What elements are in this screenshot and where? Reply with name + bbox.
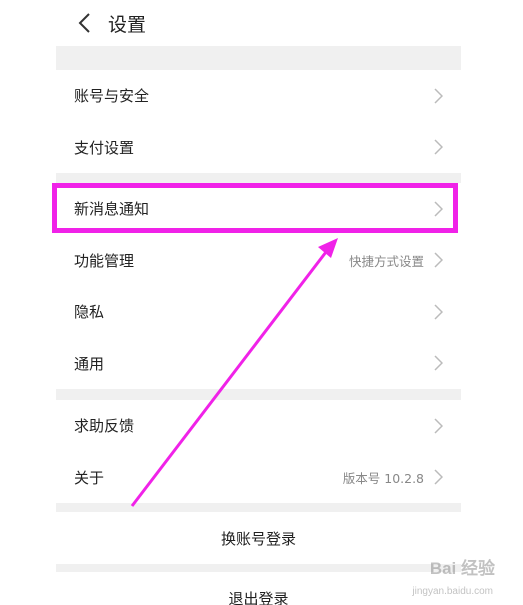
switch-account-button[interactable]: 换账号登录	[56, 512, 461, 564]
settings-item-features[interactable]: 功能管理 快捷方式设置	[56, 235, 461, 287]
settings-group-help: 求助反馈 关于 版本号 10.2.8	[56, 400, 461, 503]
chevron-right-icon	[434, 304, 443, 320]
settings-item-privacy[interactable]: 隐私	[56, 286, 461, 338]
chevron-right-icon	[434, 355, 443, 371]
watermark-url: jingyan.baidu.com	[412, 586, 493, 597]
settings-item-label: 账号与安全	[74, 87, 150, 106]
settings-group-account: 账号与安全 支付设置	[56, 70, 461, 173]
settings-item-payment[interactable]: 支付设置	[56, 122, 461, 174]
watermark-logo: Bai 经验	[429, 559, 495, 578]
settings-item-label: 通用	[74, 354, 105, 373]
header-bar: 设置	[56, 0, 461, 46]
settings-item-general[interactable]: 通用	[56, 338, 461, 390]
settings-item-account-security[interactable]: 账号与安全	[56, 70, 461, 122]
chevron-left-icon[interactable]	[64, 3, 104, 43]
settings-item-feedback[interactable]: 求助反馈	[56, 400, 461, 452]
settings-item-value: 快捷方式设置	[348, 253, 424, 269]
settings-item-notifications[interactable]: 新消息通知	[56, 183, 461, 235]
chevron-right-icon	[434, 469, 443, 485]
settings-item-label: 隐私	[74, 303, 105, 322]
chevron-right-icon	[434, 139, 443, 155]
settings-item-label: 支付设置	[74, 138, 135, 157]
settings-item-label: 新消息通知	[74, 200, 150, 219]
settings-screen: 设置 账号与安全 支付设置 新消息通知 功能管理 快捷方式设置 隐私 通用 求助…	[56, 0, 461, 605]
settings-item-label: 功能管理	[74, 251, 135, 270]
chevron-right-icon	[434, 201, 443, 217]
chevron-right-icon	[434, 252, 443, 268]
logout-button[interactable]: 退出登录	[56, 572, 461, 605]
chevron-right-icon	[434, 88, 443, 104]
settings-item-about[interactable]: 关于 版本号 10.2.8	[56, 452, 461, 504]
settings-item-label: 关于	[74, 468, 105, 487]
settings-group-general: 新消息通知 功能管理 快捷方式设置 隐私 通用	[56, 183, 461, 389]
chevron-right-icon	[434, 418, 443, 434]
settings-item-label: 求助反馈	[74, 417, 135, 436]
page-title: 设置	[108, 13, 147, 36]
settings-item-value: 版本号 10.2.8	[342, 470, 424, 486]
